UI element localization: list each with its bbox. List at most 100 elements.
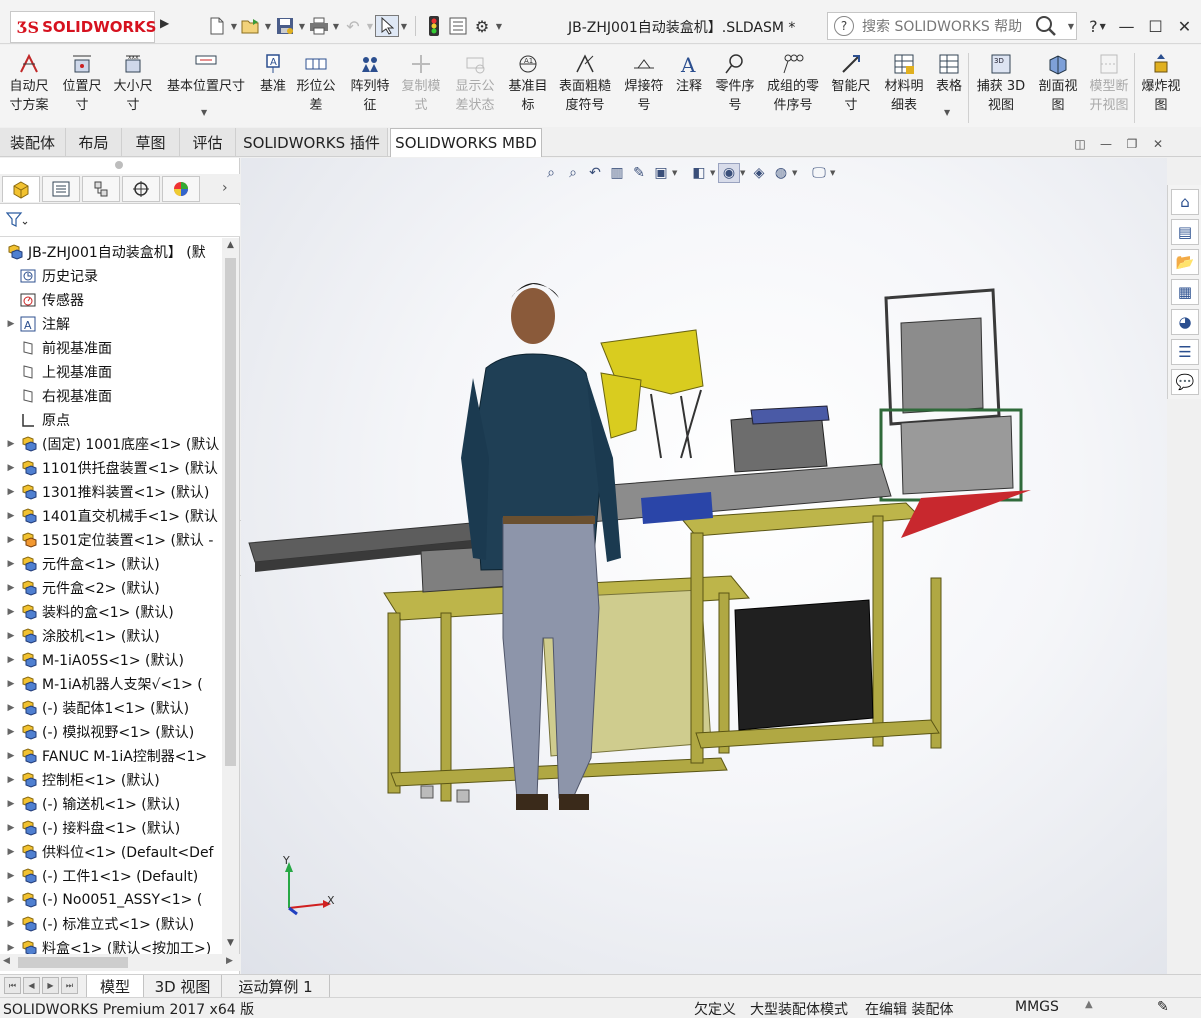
expand-arrow-icon[interactable]: ▶ xyxy=(4,847,18,857)
options-gear-icon[interactable]: ⚙ xyxy=(470,15,494,37)
tree-item[interactable]: ▶ 元件盒<2> (默认) xyxy=(0,576,222,600)
tree-item[interactable]: ▶ A 注解 xyxy=(0,312,222,336)
ribbon-dropdown-icon[interactable]: ▼ xyxy=(944,108,950,117)
bottom-tab-3[interactable]: 运动算例 1 xyxy=(222,975,330,997)
display-manager-tab-icon[interactable] xyxy=(162,176,200,202)
expand-arrow-icon[interactable]: ▶ xyxy=(4,487,18,497)
ribbon-button-balloon[interactable]: 零件序 号 xyxy=(710,51,760,123)
scroll-down-icon[interactable]: ▼ xyxy=(224,938,237,952)
help-search-box[interactable]: ? 搜索 SOLIDWORKS 帮助 ▼ xyxy=(827,12,1077,40)
expand-arrow-icon[interactable]: ▶ xyxy=(4,871,18,881)
bottom-tab-1[interactable]: 模型 xyxy=(86,975,144,997)
new-dropdown-icon[interactable]: ▼ xyxy=(229,22,239,31)
tree-item[interactable]: ▶ 1501定位装置<1> (默认 - xyxy=(0,528,222,552)
expand-arrow-icon[interactable]: ▶ xyxy=(4,895,18,905)
scroll-left-icon[interactable]: ◀ xyxy=(3,956,10,966)
tab-6[interactable]: SOLIDWORKS MBD xyxy=(390,128,542,157)
expand-arrow-icon[interactable]: ▶ xyxy=(4,943,18,953)
filter-icon[interactable] xyxy=(5,212,32,230)
zoom-to-fit-icon[interactable]: ⌕ xyxy=(540,163,562,183)
close-icon[interactable]: ✕ xyxy=(1170,12,1199,40)
view-orientation-dropdown-icon[interactable]: ▼ xyxy=(672,169,680,177)
tree-item[interactable]: ▶ 1101供托盘装置<1> (默认 xyxy=(0,456,222,480)
expand-arrow-icon[interactable]: ▶ xyxy=(4,439,18,449)
minimize-icon[interactable]: — xyxy=(1112,12,1141,40)
tree-vertical-scrollbar[interactable]: ▲ ▼ xyxy=(222,238,239,954)
forum-icon[interactable]: 💬 xyxy=(1171,369,1199,395)
ribbon-button-stacked-balloon[interactable]: 成组的零 件序号 xyxy=(760,51,826,123)
tree-item[interactable]: ▶ (-) 装配体1<1> (默认) xyxy=(0,696,222,720)
tree-item[interactable]: 历史记录 xyxy=(0,264,222,288)
expand-arrow-icon[interactable]: ▶ xyxy=(4,655,18,665)
rebuild-traffic-light-icon[interactable] xyxy=(422,15,446,37)
zoom-to-area-icon[interactable]: ⌕ xyxy=(562,163,584,183)
ribbon-button-section-view[interactable]: 剖面视 图 xyxy=(1032,51,1084,123)
tree-item[interactable]: ▶ 元件盒<1> (默认) xyxy=(0,552,222,576)
file-properties-icon[interactable] xyxy=(446,15,470,37)
scroll-thumb[interactable] xyxy=(225,258,236,766)
unit-system[interactable]: MMGS xyxy=(1015,999,1059,1015)
tree-item[interactable]: 传感器 xyxy=(0,288,222,312)
display-style-icon[interactable]: ◧ xyxy=(688,163,710,183)
tab-4[interactable]: 评估 xyxy=(180,128,236,156)
help-button[interactable]: ? ▼ xyxy=(1083,12,1112,40)
tree-item[interactable]: ▶ (-) No0051_ASSY<1> ( xyxy=(0,888,222,912)
view-settings-dropdown-icon[interactable]: ▼ xyxy=(830,169,838,177)
search-icon[interactable] xyxy=(1026,13,1066,39)
ribbon-button-model-break-view[interactable]: 模型断 开视图 xyxy=(1084,51,1134,123)
apply-scene-icon[interactable]: ◍ xyxy=(770,163,792,183)
apply-scene-dropdown-icon[interactable]: ▼ xyxy=(792,169,800,177)
ribbon-button-show-tolerance-status[interactable]: 显示公 差状态 xyxy=(448,51,502,123)
tab-2[interactable]: 布局 xyxy=(66,128,122,156)
tree-item[interactable]: ▶ FANUC M-1iA控制器<1> xyxy=(0,744,222,768)
tree-item[interactable]: ▶ (-) 标准立式<1> (默认) xyxy=(0,912,222,936)
hide-show-items-icon[interactable]: ◉ xyxy=(718,163,740,183)
tree-item[interactable]: 上视基准面 xyxy=(0,360,222,384)
save-icon[interactable] xyxy=(273,15,297,37)
ribbon-button-capture-3d-view[interactable]: 3D 捕获 3D 视图 xyxy=(972,51,1030,123)
ribbon-button-geometric-tolerance[interactable]: 形位公 差 xyxy=(292,51,340,123)
expand-arrow-icon[interactable]: ▶ xyxy=(4,919,18,929)
tree-item[interactable]: ▶ (-) 工件1<1> (Default) xyxy=(0,864,222,888)
print-icon[interactable] xyxy=(307,15,331,37)
tab-3[interactable]: 草图 xyxy=(122,128,180,156)
ribbon-button-smart-dimension[interactable]: 智能尺 寸 xyxy=(826,51,876,123)
doc-tile-icon[interactable]: ◫ xyxy=(1067,134,1093,154)
save-dropdown-icon[interactable]: ▼ xyxy=(297,22,307,31)
doc-close-icon[interactable]: ✕ xyxy=(1145,134,1171,154)
tree-item[interactable]: ▶ 控制柜<1> (默认) xyxy=(0,768,222,792)
tab-5[interactable]: SOLIDWORKS 插件 xyxy=(236,128,388,156)
expand-arrow-icon[interactable]: ▶ xyxy=(4,679,18,689)
more-tabs-chevron-icon[interactable]: › xyxy=(222,180,228,196)
undo-dropdown-icon[interactable]: ▼ xyxy=(365,22,375,31)
ribbon-button-datum-target[interactable]: A1 基准目 标 xyxy=(504,51,552,123)
select-dropdown-icon[interactable]: ▼ xyxy=(399,22,409,31)
menu-expand-arrow-icon[interactable]: ▶ xyxy=(160,16,172,36)
configuration-manager-tab-icon[interactable] xyxy=(82,176,120,202)
tree-item[interactable]: ▶ (-) 输送机<1> (默认) xyxy=(0,792,222,816)
print-dropdown-icon[interactable]: ▼ xyxy=(331,22,341,31)
dimxpert-manager-tab-icon[interactable] xyxy=(122,176,160,202)
new-document-icon[interactable] xyxy=(205,15,229,37)
expand-arrow-icon[interactable]: ▶ xyxy=(4,511,18,521)
feature-manager-tab-icon[interactable] xyxy=(2,176,40,202)
expand-arrow-icon[interactable]: ▶ xyxy=(4,703,18,713)
search-dropdown-icon[interactable]: ▼ xyxy=(1066,22,1076,31)
restore-icon[interactable]: ☐ xyxy=(1141,12,1170,40)
scroll-right-icon[interactable]: ▶ xyxy=(226,956,233,966)
design-library-icon[interactable]: ▤ xyxy=(1171,219,1199,245)
previous-view-icon[interactable]: ↶ xyxy=(584,163,606,183)
tree-item[interactable]: ▶ 料盒<1> (默认<按加工>) xyxy=(0,936,222,954)
ribbon-button-note[interactable]: A 注释 xyxy=(670,51,708,123)
first-tab-icon[interactable]: ⏮ xyxy=(4,977,21,994)
tree-item[interactable]: ▶ (-) 模拟视野<1> (默认) xyxy=(0,720,222,744)
tree-item[interactable]: ▶ 涂胶机<1> (默认) xyxy=(0,624,222,648)
tree-item[interactable]: ▶ 1301推料装置<1> (默认) xyxy=(0,480,222,504)
view-orientation-icon[interactable]: ▣ xyxy=(650,163,672,183)
tree-item[interactable]: ▶ 装料的盒<1> (默认) xyxy=(0,600,222,624)
graphics-area[interactable]: Y X xyxy=(241,158,1167,974)
open-icon[interactable] xyxy=(239,15,263,37)
section-view-icon[interactable]: ▥ xyxy=(606,163,628,183)
hide-show-dropdown-icon[interactable]: ▼ xyxy=(740,169,748,177)
next-tab-icon[interactable]: ▶ xyxy=(42,977,59,994)
